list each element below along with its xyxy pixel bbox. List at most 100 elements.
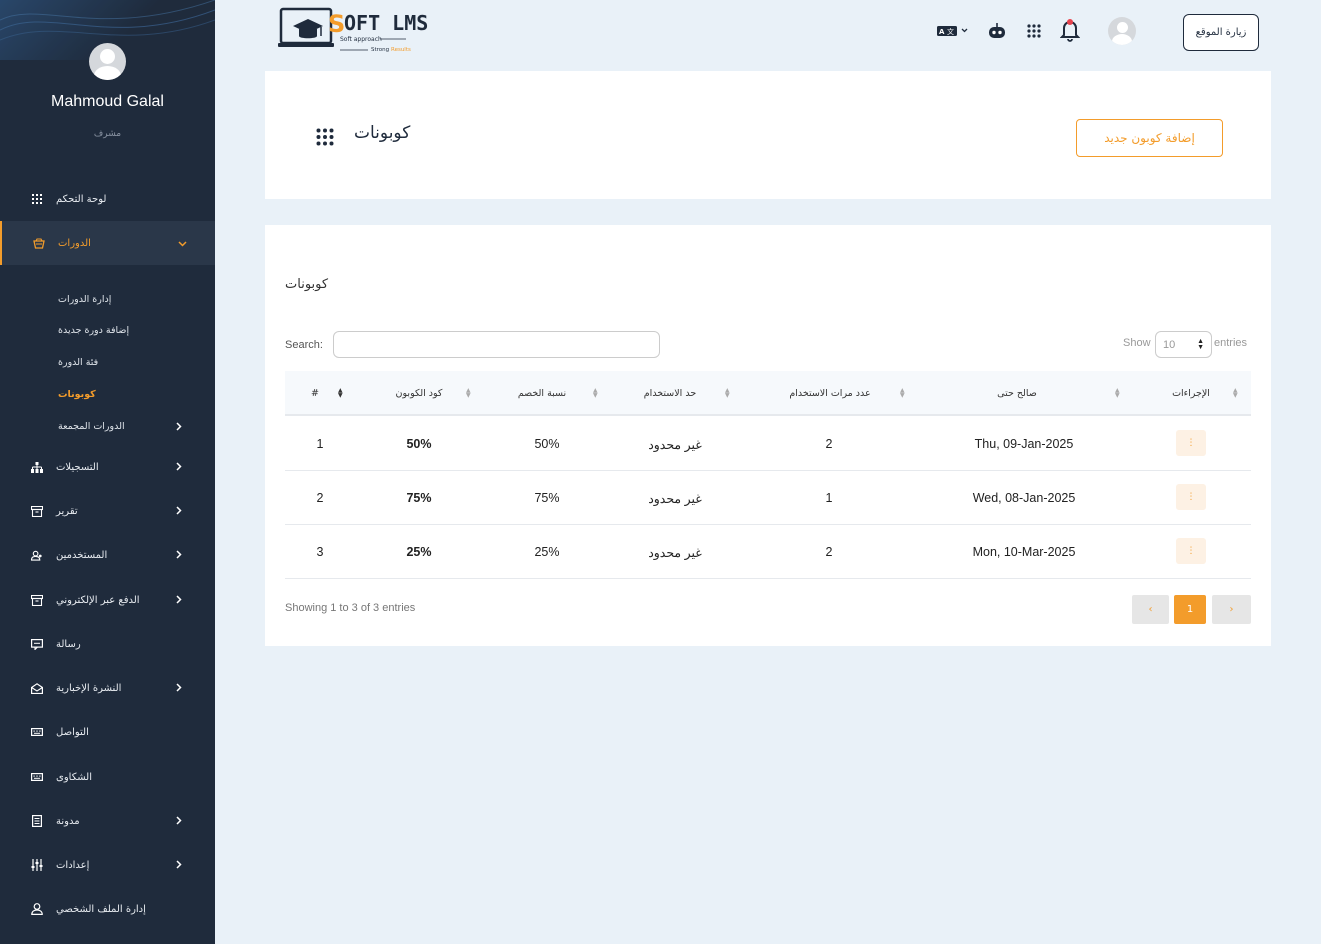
sidebar: Mahmoud Galal مشرف لوحة التحكم الدورات إ… [0, 0, 215, 944]
search-label: Search: [285, 339, 323, 351]
grid-icon [31, 193, 43, 205]
column-header-usage-limit[interactable]: حد الاستخدام [635, 371, 705, 416]
table-row: 2 75% 75% غير محدود 1 Wed, 08-Jan-2025 ⋮ [285, 471, 1251, 525]
sort-icon[interactable]: ▲ ▼ [900, 388, 905, 399]
sliders-icon [31, 859, 43, 871]
sort-icon[interactable]: ▲ ▼ [1233, 388, 1238, 399]
cell-code: 25% [406, 545, 432, 559]
row-actions-button[interactable]: ⋮ [1176, 484, 1206, 510]
chevron-right-icon [176, 859, 182, 872]
chevron-right-icon [176, 461, 182, 474]
sub-item-coupons[interactable]: كوبونات [58, 389, 96, 400]
chevron-right-icon [176, 549, 182, 562]
sidebar-item-label: إدارة الملف الشخصي [56, 903, 146, 915]
column-header-valid-until[interactable]: صالح حتى [977, 371, 1057, 416]
row-actions-button[interactable]: ⋮ [1176, 430, 1206, 456]
basket-icon [33, 237, 45, 249]
visit-site-button[interactable]: زيارة الموقع [1183, 14, 1259, 51]
table-row: 3 25% 25% غير محدود 2 Mon, 10-Mar-2025 ⋮ [285, 525, 1251, 579]
mail-open-icon [31, 682, 43, 694]
card-title: كوبونات [285, 277, 329, 292]
sidebar-item-registrations[interactable]: التسجيلات [0, 452, 215, 482]
sub-item-bundled-courses[interactable]: الدورات المجمعة [58, 421, 125, 432]
entries-select-value: 10 [1163, 338, 1176, 351]
svg-text:Results: Results [391, 47, 411, 53]
sidebar-item-label: الدورات [58, 237, 91, 249]
sub-item-add-course[interactable]: إضافة دورة جديدة [58, 325, 129, 336]
keyboard-icon [31, 771, 43, 783]
column-header-code[interactable]: كود الكوبون [389, 371, 449, 416]
profile-name: Mahmoud Galal [51, 93, 164, 110]
search-input[interactable] [333, 331, 660, 358]
sidebar-item-profile[interactable]: إدارة الملف الشخصي [0, 894, 215, 924]
sitemap-icon [31, 461, 43, 473]
dots-grid-icon [316, 128, 334, 150]
cell-usage-limit: غير محدود [648, 437, 702, 452]
sidebar-item-newsletter[interactable]: النشرة الإخبارية [0, 673, 215, 703]
sidebar-item-message[interactable]: رسالة [0, 629, 215, 659]
entries-label: entries [1214, 337, 1248, 349]
cell-times-used: 1 [825, 491, 833, 505]
svg-text:OFT LMS: OFT LMS [344, 11, 428, 35]
cell-number: 3 [316, 545, 324, 559]
svg-text:S: S [328, 10, 345, 38]
robot-icon[interactable] [987, 20, 1007, 42]
sub-item-manage-courses[interactable]: إدارة الدورات [58, 294, 111, 305]
profile-role: مشرف [93, 129, 122, 139]
sidebar-item-online-payment[interactable]: الدفع عبر الإلكتروني [0, 585, 215, 615]
profile-avatar[interactable] [89, 43, 126, 80]
sidebar-item-users[interactable]: المستخدمين [0, 540, 215, 570]
sort-icon[interactable]: ▲ ▼ [593, 388, 598, 399]
sort-icon[interactable]: ▲ ▼ [466, 388, 471, 399]
add-coupon-button[interactable]: إضافة كوبون جديد [1076, 119, 1223, 157]
cell-discount: 75% [534, 491, 560, 505]
table-info: Showing 1 to 3 of 3 entries [285, 602, 416, 614]
pagination-page-button[interactable]: 1 [1174, 595, 1206, 624]
chevron-right-icon [176, 421, 182, 434]
message-icon [31, 638, 43, 650]
entries-select[interactable]: 10 ▲ ▼ [1155, 331, 1212, 358]
sidebar-item-report[interactable]: تقرير [0, 496, 215, 526]
show-label: Show [1123, 337, 1151, 349]
sidebar-item-label: تقرير [56, 505, 78, 517]
column-header-number[interactable]: # [311, 371, 319, 416]
pagination-prev-button[interactable]: ‹ [1132, 595, 1169, 624]
svg-text:Soft approach: Soft approach [340, 36, 382, 43]
notification-bell-icon[interactable] [1059, 17, 1081, 43]
sidebar-item-dashboard[interactable]: لوحة التحكم [0, 184, 215, 214]
sidebar-item-label: لوحة التحكم [56, 193, 107, 205]
svg-text:Strong: Strong [371, 47, 389, 53]
coupons-table-card: كوبونات Search: Show 10 ▲ ▼ entries ▲ ▼ # … [265, 225, 1271, 646]
sidebar-item-contact[interactable]: التواصل [0, 717, 215, 747]
chevron-right-icon [176, 682, 182, 695]
sort-icon[interactable]: ▲ ▼ [725, 388, 730, 399]
sidebar-item-settings[interactable]: إعدادات [0, 850, 215, 880]
logo[interactable]: S OFT LMS Soft approach Strong Results [278, 6, 428, 56]
column-header-times-used[interactable]: عدد مرات الاستخدام [775, 371, 885, 416]
cell-number: 2 [316, 491, 324, 505]
pagination-next-button[interactable]: › [1212, 595, 1251, 624]
chevron-right-icon [176, 815, 182, 828]
sidebar-item-label: مدونة [56, 815, 80, 827]
column-header-discount[interactable]: نسبة الخصم [507, 371, 577, 416]
chevron-right-icon [176, 594, 182, 607]
column-header-actions[interactable]: الإجراءات [1156, 371, 1226, 416]
sidebar-item-complaints[interactable]: الشكاوى [0, 762, 215, 792]
cell-valid-until: Wed, 08-Jan-2025 [972, 491, 1076, 505]
cell-usage-limit: غير محدود [648, 545, 702, 560]
sort-icon[interactable]: ▲ ▼ [1115, 388, 1120, 399]
cell-times-used: 2 [825, 545, 833, 559]
sort-icon[interactable]: ▲ ▼ [338, 388, 343, 399]
select-arrows-icon: ▲ ▼ [1197, 337, 1204, 351]
row-actions-button[interactable]: ⋮ [1176, 538, 1206, 564]
cell-discount: 50% [534, 437, 560, 451]
user-avatar[interactable] [1108, 17, 1136, 45]
sidebar-item-blog[interactable]: مدونة [0, 806, 215, 836]
language-icon[interactable]: A文 [936, 20, 970, 42]
table-row: 1 50% 50% غير محدود 2 Thu, 09-Jan-2025 ⋮ [285, 417, 1251, 471]
sidebar-item-courses[interactable]: الدورات [0, 221, 215, 265]
sub-item-course-category[interactable]: فئة الدورة [58, 357, 98, 368]
apps-grid-icon[interactable] [1025, 20, 1043, 42]
page-header-card: كوبونات إضافة كوبون جديد [265, 71, 1271, 199]
cell-code: 75% [406, 491, 432, 505]
